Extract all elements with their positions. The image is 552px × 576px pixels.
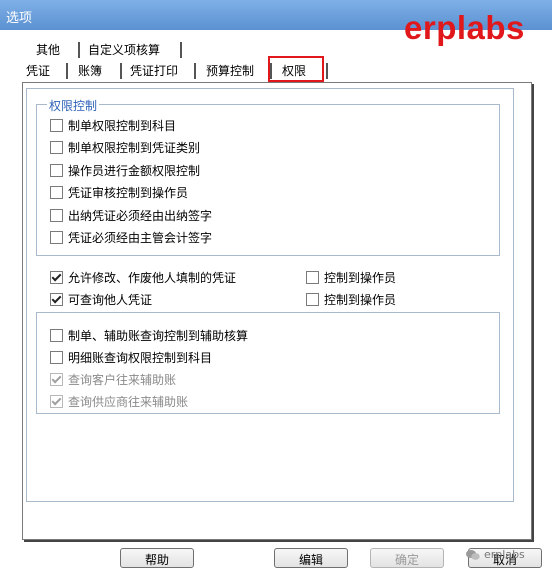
tab-budget-control[interactable]: 预算控制: [206, 61, 254, 81]
tab-voucher[interactable]: 凭证: [26, 61, 50, 81]
brand-logo: erplabs: [404, 9, 525, 46]
tab-custom-item-accounting[interactable]: 自定义项核算: [88, 40, 160, 60]
checkbox-item[interactable]: 制单权限控制到凭证类别: [50, 138, 200, 156]
checkbox-label: 操作员进行金额权限控制: [68, 163, 201, 178]
checkbox-item[interactable]: 制单、辅助账查询控制到辅助核算: [50, 326, 248, 344]
checkbox[interactable]: [306, 270, 319, 284]
checkbox-label: 控制到操作员: [324, 292, 397, 307]
checkbox-label: 查询客户往来辅助账: [68, 372, 177, 387]
checkbox[interactable]: [50, 140, 63, 154]
checkbox[interactable]: [50, 270, 63, 284]
checkbox[interactable]: [50, 208, 63, 222]
checkbox[interactable]: [50, 163, 63, 177]
checkbox[interactable]: [306, 292, 319, 306]
checkbox[interactable]: [50, 230, 63, 244]
watermark-text: erplabs: [484, 548, 525, 561]
control-to-operator-2[interactable]: 控制到操作员: [306, 290, 396, 308]
checkbox-item: 查询供应商往来辅助账: [50, 392, 188, 410]
tab-voucher-print[interactable]: 凭证打印: [130, 61, 178, 81]
checkbox-item[interactable]: 明细账查询权限控制到科目: [50, 348, 212, 366]
checkbox-label: 制单权限控制到科目: [68, 118, 177, 133]
checkbox-label: 凭证审核控制到操作员: [68, 185, 189, 200]
checkbox-item[interactable]: 凭证审核控制到操作员: [50, 183, 188, 201]
highlight-box: [268, 56, 324, 82]
ok-button: 确定: [370, 548, 444, 568]
checkbox-label: 制单权限控制到凭证类别: [68, 140, 201, 155]
checkbox[interactable]: [50, 350, 63, 364]
help-button[interactable]: 帮助: [120, 548, 194, 568]
checkbox-item: 查询客户往来辅助账: [50, 370, 176, 388]
checkbox-label: 可查询他人凭证: [68, 292, 153, 307]
checkbox[interactable]: [50, 292, 63, 306]
permission-group-title: 权限控制: [47, 97, 100, 114]
checkbox-item[interactable]: 操作员进行金额权限控制: [50, 161, 200, 179]
checkbox-label: 允许修改、作废他人填制的凭证: [68, 270, 237, 285]
tab-row-1: 其他 自定义项核算: [26, 40, 196, 60]
allow-modify-others-voucher[interactable]: 允许修改、作废他人填制的凭证: [50, 268, 236, 286]
checkbox-label: 出纳凭证必须经由出纳签字: [68, 208, 213, 223]
tab-other[interactable]: 其他: [36, 40, 60, 60]
checkbox[interactable]: [50, 328, 63, 342]
checkbox-item[interactable]: 凭证必须经由主管会计签字: [50, 228, 212, 246]
checkbox-label: 控制到操作员: [324, 270, 397, 285]
tab-ledger[interactable]: 账簿: [78, 61, 102, 81]
checkbox: [50, 372, 63, 386]
control-to-operator-1[interactable]: 控制到操作员: [306, 268, 396, 286]
checkbox[interactable]: [50, 118, 63, 132]
checkbox-label: 制单、辅助账查询控制到辅助核算: [68, 328, 249, 343]
checkbox[interactable]: [50, 185, 63, 199]
watermark: erplabs: [466, 548, 525, 561]
wechat-icon: [466, 549, 480, 560]
checkbox-item[interactable]: 制单权限控制到科目: [50, 116, 176, 134]
edit-button[interactable]: 编辑: [274, 548, 348, 568]
checkbox-label: 查询供应商往来辅助账: [68, 394, 189, 409]
checkbox-item[interactable]: 出纳凭证必须经由出纳签字: [50, 206, 212, 224]
checkbox: [50, 394, 63, 408]
window-title: 选项: [6, 11, 33, 26]
checkbox-label: 凭证必须经由主管会计签字: [68, 230, 213, 245]
checkbox-label: 明细账查询权限控制到科目: [68, 350, 213, 365]
query-others-voucher[interactable]: 可查询他人凭证: [50, 290, 152, 308]
